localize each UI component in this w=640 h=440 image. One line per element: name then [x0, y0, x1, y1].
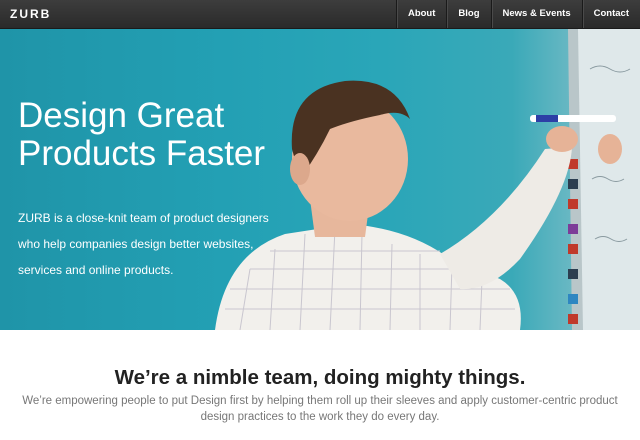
hero-title: Design Great Products Faster	[18, 97, 318, 173]
zurb-logo[interactable]: ZURB	[10, 7, 51, 21]
top-navigation-bar: ZURB About Blog News & Events Contact	[0, 0, 640, 29]
hero-description: ZURB is a close-knit team of product des…	[18, 211, 269, 277]
hero-banner: Design Great Products Faster ZURB is a c…	[0, 29, 640, 330]
nav-item-about[interactable]: About	[395, 0, 446, 28]
hero-photo-designer-at-whiteboard	[215, 29, 640, 330]
hero-title-line-2: Products Faster	[18, 134, 266, 173]
intro-text: We’re empowering people to put Design fi…	[22, 395, 618, 423]
nav-item-news-events[interactable]: News & Events	[490, 0, 582, 28]
hero-title-line-1: Design Great	[18, 96, 225, 135]
nav-item-blog[interactable]: Blog	[446, 0, 490, 28]
main-nav: About Blog News & Events Contact	[395, 0, 640, 28]
intro-heading: We’re a nimble team, doing mighty things…	[114, 366, 526, 389]
nav-item-contact[interactable]: Contact	[581, 0, 640, 28]
